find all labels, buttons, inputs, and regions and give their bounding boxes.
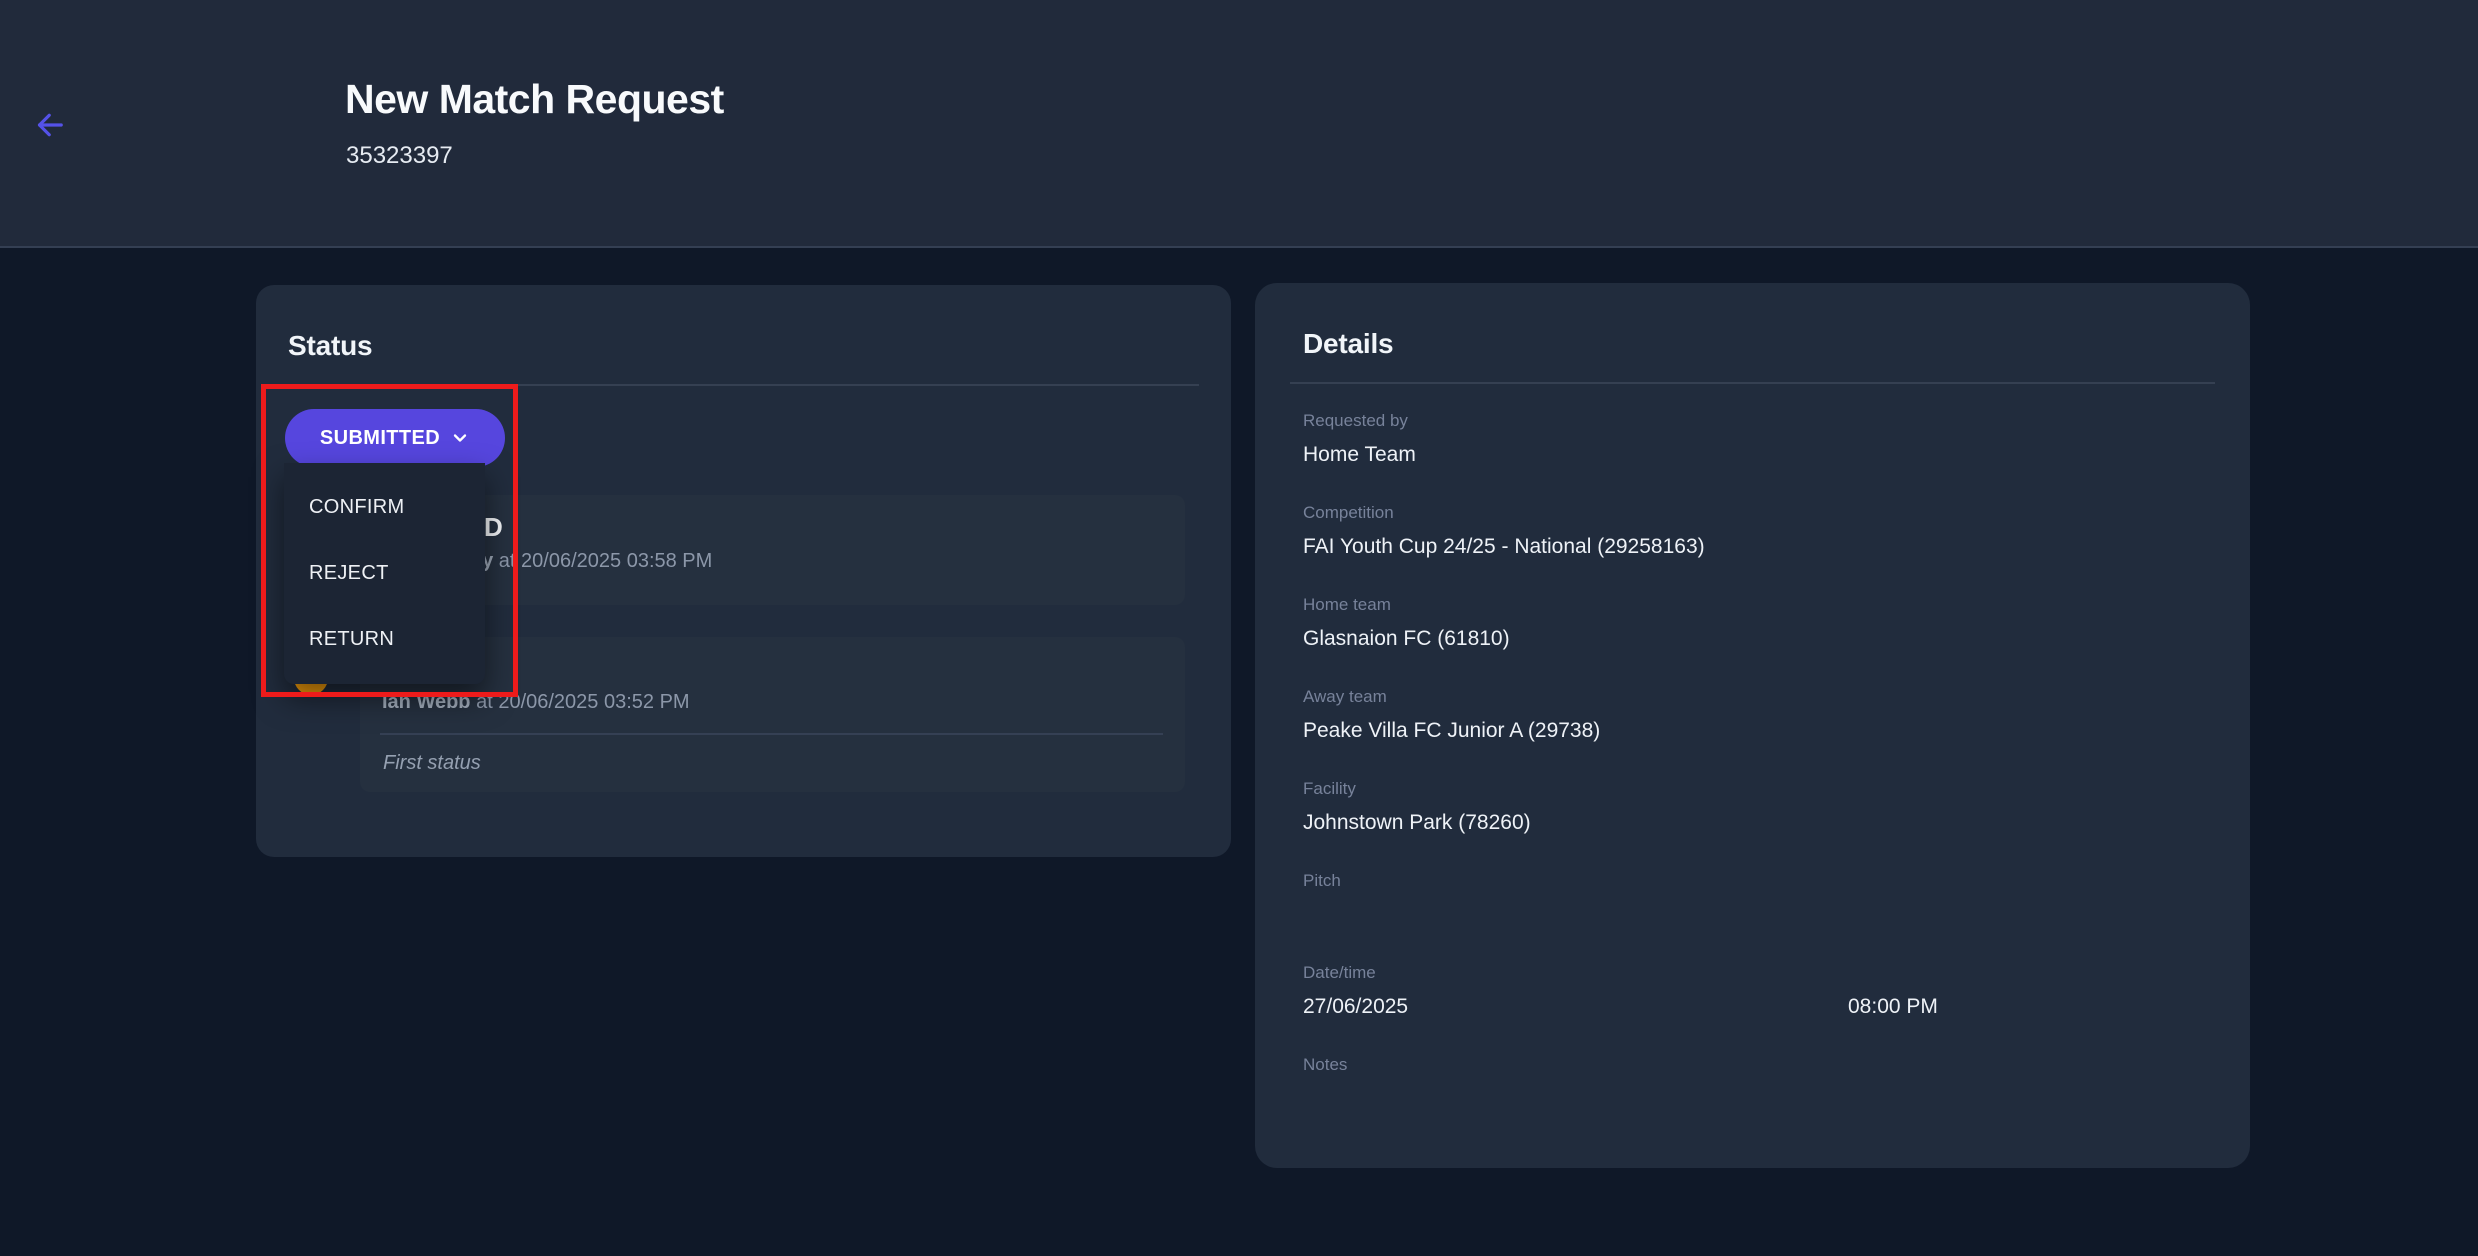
history-author: Ian Webb <box>382 691 471 713</box>
match-request-page: { "colors": { "page_bg": "#0f1828", "hea… <box>0 0 2478 1256</box>
field-value: Home Team <box>1303 441 2202 468</box>
status-dropdown-button[interactable]: SUBMITTED <box>285 409 505 467</box>
history-byline: Ian Webb at 20/06/2025 03:52 PM <box>382 691 690 714</box>
history-timestamp: at 20/06/2025 03:52 PM <box>471 691 690 713</box>
request-id: 35323397 <box>346 142 453 170</box>
field-value: Glasnaion FC (61810) <box>1303 625 2202 652</box>
field-requested-by: Requested by Home Team <box>1303 410 2202 468</box>
match-date: 27/06/2025 <box>1303 995 1408 1018</box>
field-value <box>1303 901 2202 928</box>
field-value: 27/06/2025 08:00 PM <box>1303 993 2202 1020</box>
field-datetime: Date/time 27/06/2025 08:00 PM <box>1303 962 2202 1020</box>
field-facility: Facility Johnstown Park (78260) <box>1303 778 2202 836</box>
field-notes: Notes <box>1303 1054 2202 1112</box>
history-byline: ey at 20/06/2025 03:58 PM <box>471 550 712 573</box>
history-timestamp: at 20/06/2025 03:58 PM <box>493 550 712 572</box>
status-card-title: Status <box>288 330 372 362</box>
field-value: Johnstown Park (78260) <box>1303 809 2202 836</box>
back-button[interactable] <box>28 104 72 148</box>
field-label: Pitch <box>1303 870 2202 892</box>
page-header: New Match Request 35323397 <box>0 0 2478 248</box>
details-card-title: Details <box>1303 328 1393 360</box>
field-away-team: Away team Peake Villa FC Junior A (29738… <box>1303 686 2202 744</box>
field-pitch: Pitch <box>1303 870 2202 928</box>
status-dropdown-label: SUBMITTED <box>320 427 440 450</box>
field-label: Notes <box>1303 1054 2202 1076</box>
field-label: Home team <box>1303 594 2202 616</box>
menu-item-confirm[interactable]: CONFIRM <box>284 486 485 529</box>
field-label: Date/time <box>1303 962 2202 984</box>
menu-item-reject[interactable]: REJECT <box>284 552 485 595</box>
details-card: Details Requested by Home Team Competiti… <box>1255 283 2250 1168</box>
arrow-left-icon <box>32 107 68 146</box>
history-entry-divider <box>380 733 1163 735</box>
details-fields: Requested by Home Team Competition FAI Y… <box>1303 410 2202 1146</box>
field-value <box>1303 1085 2202 1112</box>
details-card-divider <box>1290 382 2215 384</box>
match-time: 08:00 PM <box>1848 993 1938 1020</box>
page-title: New Match Request <box>345 76 724 123</box>
status-card-divider <box>288 384 1199 386</box>
field-label: Requested by <box>1303 410 2202 432</box>
chevron-down-icon <box>450 428 470 448</box>
field-value: FAI Youth Cup 24/25 - National (29258163… <box>1303 533 2202 560</box>
field-label: Facility <box>1303 778 2202 800</box>
field-label: Competition <box>1303 502 2202 524</box>
history-note: First status <box>383 752 481 775</box>
field-competition: Competition FAI Youth Cup 24/25 - Nation… <box>1303 502 2202 560</box>
status-dropdown-menu: CONFIRM REJECT RETURN <box>284 463 485 684</box>
field-value: Peake Villa FC Junior A (29738) <box>1303 717 2202 744</box>
menu-item-return[interactable]: RETURN <box>284 618 485 661</box>
field-label: Away team <box>1303 686 2202 708</box>
field-home-team: Home team Glasnaion FC (61810) <box>1303 594 2202 652</box>
history-status-label: D <box>484 512 503 543</box>
